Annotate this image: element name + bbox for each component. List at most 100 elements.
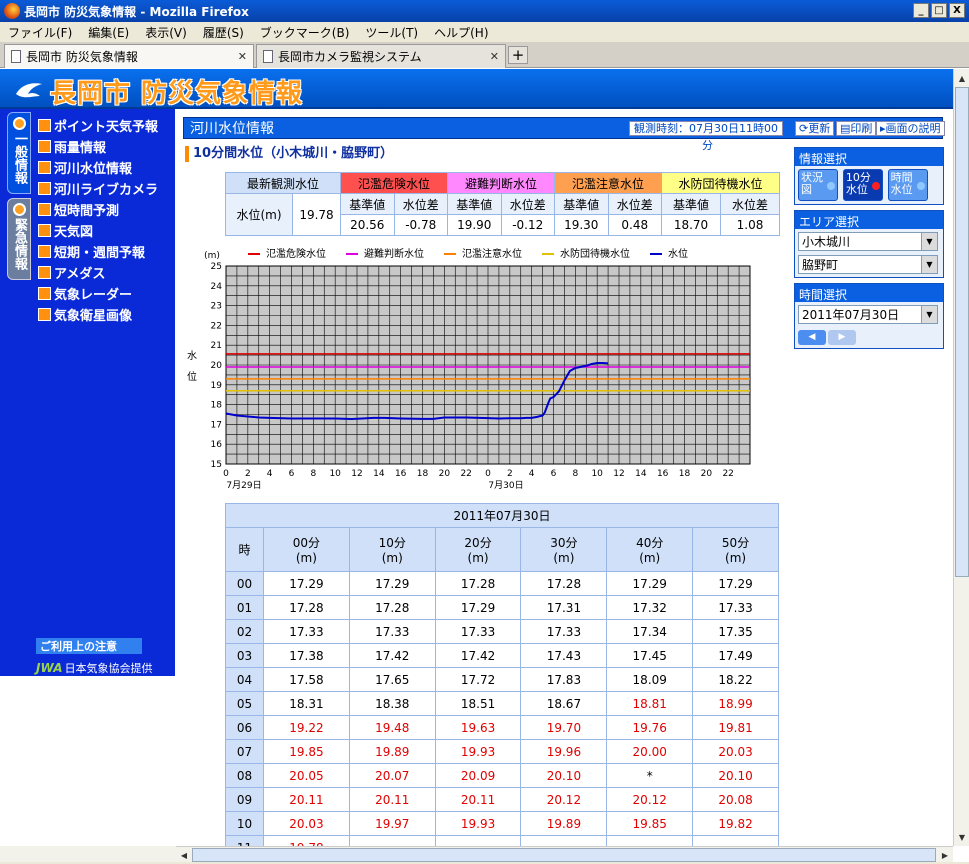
refresh-button[interactable]: ⟳更新 [795, 121, 835, 136]
value-cell: 19.96 [520, 739, 608, 764]
minimize-button[interactable]: _ [913, 3, 929, 18]
sidebar-nav: ポイント天気予報 雨量情報 河川水位情報 河川ライブカメラ 短時間予測 天気図 … [38, 115, 158, 325]
river-select[interactable]: 小木城川 ▼ [798, 232, 938, 251]
page-icon [263, 50, 273, 63]
value-cell: 20.10 [520, 763, 608, 788]
site-logo[interactable]: 長岡市 防災気象情報 [14, 73, 303, 110]
firefox-icon [4, 3, 20, 19]
minute-header: 40分 (m) [606, 527, 694, 572]
value-cell: 17.33 [348, 619, 436, 644]
x-tick-label: 2 [507, 469, 513, 479]
diff-label: 水位差 [500, 193, 555, 215]
value-cell: 18.51 [434, 691, 522, 716]
std-label: 基準値 [661, 193, 721, 215]
tab-general-info[interactable]: 一般情報 [7, 112, 31, 194]
maximize-button[interactable]: □ [931, 3, 947, 18]
close-tab-icon[interactable]: ✕ [490, 50, 499, 63]
menu-view[interactable]: 表示(V) [137, 24, 195, 41]
y-tick-label: 25 [211, 262, 222, 272]
horizontal-scrollbar[interactable]: ◀ ▶ [176, 846, 953, 862]
sidebar-item-point-forecast[interactable]: ポイント天気予報 [38, 115, 158, 136]
table-row: 08 20.05 20.07 20.09 20.10 * 20.10 [225, 763, 779, 788]
minute-header: 10分 (m) [348, 527, 436, 572]
value-cell: 17.31 [520, 595, 608, 620]
hour-cell: 00 [225, 571, 264, 596]
minute-header: 50分 (m) [692, 527, 779, 572]
diff-label: 水位差 [393, 193, 448, 215]
tab-camera[interactable]: 長岡市カメラ監視システム ✕ [256, 44, 506, 68]
close-window-button[interactable]: X [949, 3, 965, 18]
sidebar-item-river-camera[interactable]: 河川ライブカメラ [38, 178, 158, 199]
table-row: 01 17.28 17.28 17.29 17.31 17.32 17.33 [225, 595, 779, 620]
prev-day-button[interactable]: ◀ [798, 330, 826, 345]
x-tick-label: 2 [245, 469, 251, 479]
value-cell: 17.29 [606, 571, 694, 596]
scroll-thumb[interactable] [955, 87, 969, 577]
menu-tools[interactable]: ツール(T) [357, 24, 426, 41]
bird-logo-icon [16, 82, 42, 97]
value-cell: 20.11 [263, 787, 350, 812]
close-tab-icon[interactable]: ✕ [238, 50, 247, 63]
menu-file[interactable]: ファイル(F) [0, 24, 80, 41]
level-caution-header: 氾濫注意水位 [554, 172, 662, 194]
hour-cell: 02 [225, 619, 264, 644]
tab-bousai[interactable]: 長岡市 防災気象情報 ✕ [4, 44, 254, 68]
caution-std: 19.30 [554, 214, 609, 236]
ten-min-level-button[interactable]: 10分 水位 [842, 169, 883, 201]
date-select[interactable]: 2011年07月30日 ▼ [798, 305, 938, 324]
sidebar-item-amedas[interactable]: アメダス [38, 262, 158, 283]
scroll-right-icon: ▶ [941, 850, 949, 860]
hscroll-thumb[interactable] [192, 848, 936, 862]
new-tab-button[interactable]: + [508, 46, 528, 64]
info-select-box: 情報選択 状況図 10分 水位 時間 水位 [794, 147, 944, 205]
minute-header: 30分 (m) [520, 527, 608, 572]
vertical-scrollbar[interactable]: ▲ ▼ [953, 69, 969, 846]
hour-cell: 05 [225, 691, 264, 716]
value-cell: 17.72 [434, 667, 522, 692]
legend-label: 避難判断水位 [364, 247, 424, 260]
value-cell: 19.89 [520, 811, 608, 836]
hour-cell: 09 [225, 787, 264, 812]
value-cell: 17.34 [606, 619, 694, 644]
menu-edit[interactable]: 編集(E) [80, 24, 137, 41]
menu-history[interactable]: 履歴(S) [195, 24, 252, 41]
menu-bookmarks[interactable]: ブックマーク(B) [252, 24, 358, 41]
hourly-level-button[interactable]: 時間 水位 [887, 169, 928, 201]
sidebar-item-radar[interactable]: 気象レーダー [38, 283, 158, 304]
status-map-button[interactable]: 状況図 [798, 169, 838, 201]
value-cell: 20.03 [692, 739, 779, 764]
sidebar-item-weather-map[interactable]: 天気図 [38, 220, 158, 241]
tab-emergency-info[interactable]: 緊急情報 [7, 198, 31, 280]
value-cell: 17.83 [520, 667, 608, 692]
x-tick-label: 12 [613, 469, 624, 479]
y-tick-label: 17 [211, 420, 222, 430]
value-cell: 18.99 [692, 691, 779, 716]
value-cell: 17.28 [434, 571, 522, 596]
value-cell: 17.29 [434, 595, 522, 620]
site-header: 長岡市 防災気象情報 [0, 69, 953, 109]
std-label: 基準値 [340, 193, 395, 215]
menu-bar: ファイル(F) 編集(E) 表示(V) 履歴(S) ブックマーク(B) ツール(… [0, 22, 969, 42]
value-cell: 17.28 [520, 571, 608, 596]
minute-header: 20分 (m) [434, 527, 522, 572]
sidebar-item-weekly-forecast[interactable]: 短期・週間予報 [38, 241, 158, 262]
dropdown-arrow-icon: ▼ [921, 233, 937, 250]
value-cell: 17.49 [692, 643, 779, 668]
table-row: 09 20.11 20.11 20.11 20.12 20.12 20.08 [225, 787, 779, 812]
help-button[interactable]: ▸画面の説明 [876, 121, 945, 136]
y-tick-label: 15 [211, 460, 222, 470]
sidebar-item-rainfall[interactable]: 雨量情報 [38, 136, 158, 157]
menu-help[interactable]: ヘルプ(H) [426, 24, 496, 41]
value-cell: 17.33 [434, 619, 522, 644]
sidebar-item-river-level[interactable]: 河川水位情報 [38, 157, 158, 178]
x-tick-label: 16 [657, 469, 669, 479]
sidebar-item-nowcast[interactable]: 短時間予測 [38, 199, 158, 220]
window-title: 長岡市 防災気象情報 - Mozilla Firefox [24, 4, 249, 19]
print-button[interactable]: ▤印刷 [836, 121, 877, 136]
usage-notice-button[interactable]: ご利用上の注意 [36, 638, 142, 654]
y-tick-label: 20 [211, 361, 223, 371]
scroll-left-icon: ◀ [180, 850, 188, 860]
station-select[interactable]: 脇野町 ▼ [798, 255, 938, 274]
sidebar-item-satellite[interactable]: 気象衛星画像 [38, 304, 158, 325]
table-row: 03 17.38 17.42 17.42 17.43 17.45 17.49 [225, 643, 779, 668]
